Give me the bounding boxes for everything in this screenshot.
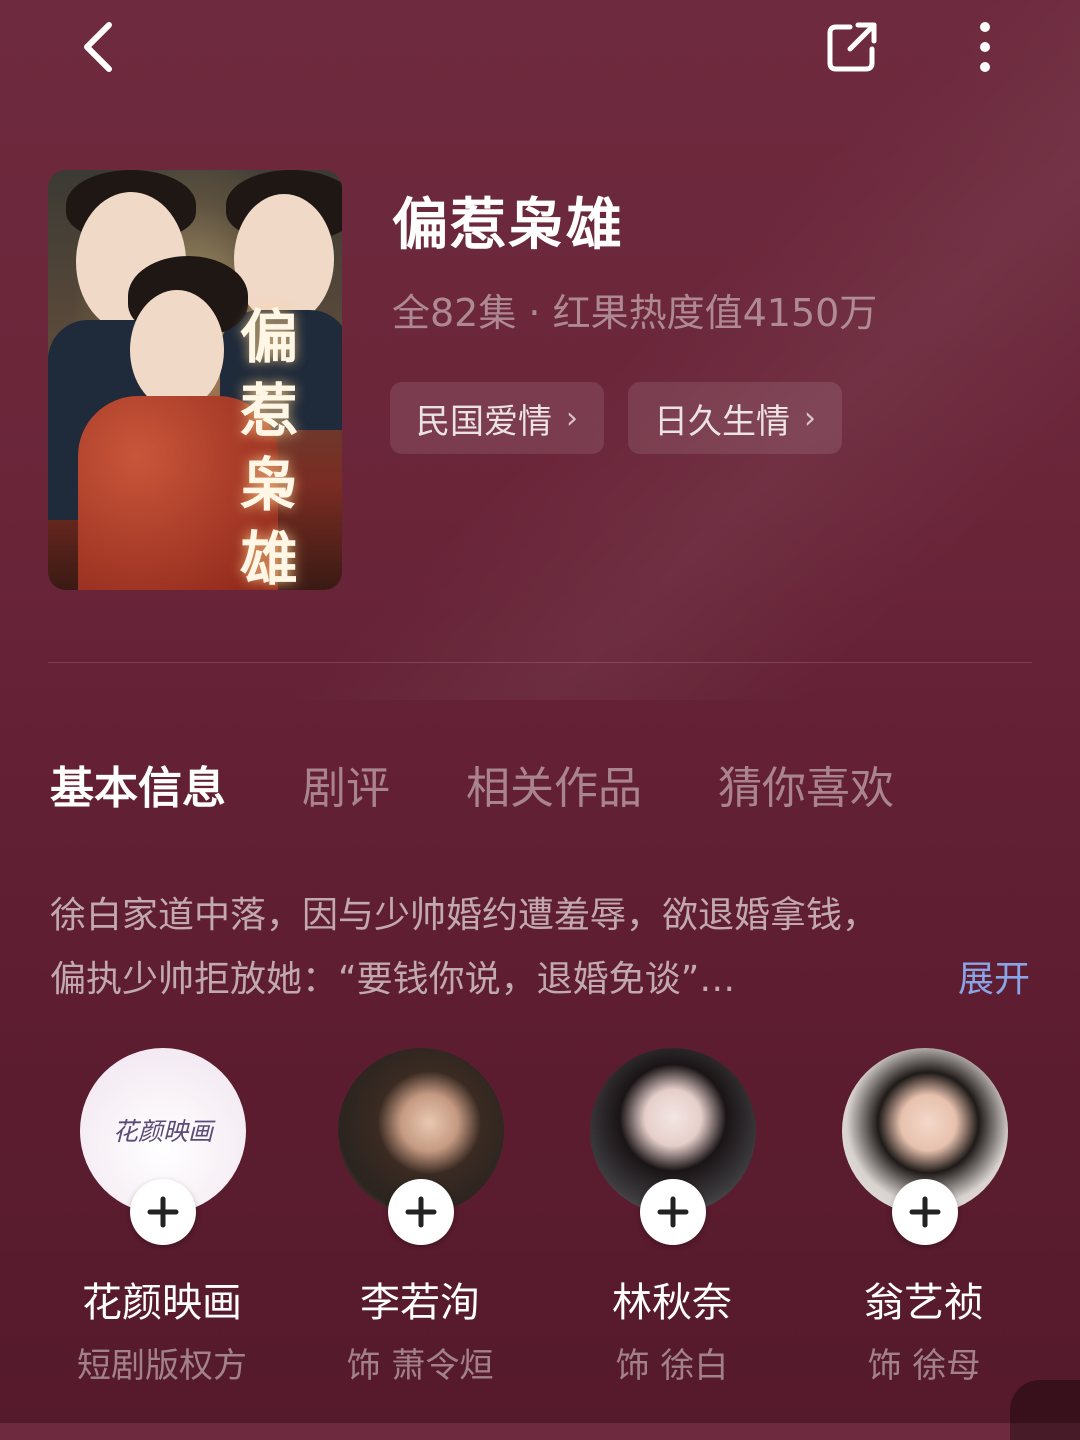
plus-icon	[909, 1196, 941, 1228]
cast-name: 林秋奈	[612, 1280, 732, 1326]
cast-role: 短剧版权方	[77, 1346, 247, 1386]
synopsis: 徐白家道中落，因与少帅婚约遭羞辱，欲退婚拿钱， 偏执少帅拒放她：“要钱你说，退婚…	[50, 884, 1040, 1012]
share-button[interactable]	[816, 14, 888, 80]
follow-button[interactable]	[130, 1179, 196, 1245]
cast-name: 花颜映画	[82, 1280, 242, 1326]
tab-bar: 基本信息 剧评 相关作品 猜你喜欢	[50, 752, 894, 816]
back-button[interactable]	[62, 14, 132, 80]
tab-reviews[interactable]: 剧评	[302, 752, 390, 816]
cast-role: 饰 徐白	[615, 1346, 729, 1386]
cast-role: 饰 萧令烜	[346, 1346, 494, 1386]
tab-related-works[interactable]: 相关作品	[466, 752, 642, 816]
tag-label: 民国爱情	[416, 401, 552, 442]
chevron-left-icon	[84, 22, 112, 72]
tag-label: 日久生情	[654, 401, 790, 442]
drama-poster[interactable]: 偏惹枭雄	[48, 170, 342, 590]
tag-chip[interactable]: 民国爱情 ›	[390, 382, 604, 454]
divider	[48, 662, 1032, 663]
chevron-right-icon: ›	[566, 400, 578, 436]
cast-name: 翁艺祯	[864, 1280, 984, 1326]
poster-title-art: 偏惹枭雄	[239, 303, 298, 590]
tag-chip[interactable]: 日久生情 ›	[628, 382, 842, 454]
more-vertical-icon	[980, 22, 990, 72]
expand-button[interactable]: 展开	[958, 948, 1030, 1012]
top-bar	[0, 0, 1080, 100]
follow-button[interactable]	[640, 1179, 706, 1245]
brand-logo: 花颜映画	[112, 1117, 213, 1146]
share-icon	[827, 22, 877, 72]
tag-list: 民国爱情 › 日久生情 ›	[390, 382, 842, 454]
more-button[interactable]	[950, 14, 1020, 80]
synopsis-line: 徐白家道中落，因与少帅婚约遭羞辱，欲退婚拿钱，	[50, 895, 879, 936]
plus-icon	[147, 1196, 179, 1228]
follow-button[interactable]	[892, 1179, 958, 1245]
floating-badge[interactable]	[1010, 1380, 1080, 1440]
tab-basic-info[interactable]: 基本信息	[50, 752, 226, 816]
plus-icon	[657, 1196, 689, 1228]
drama-title: 偏惹枭雄	[392, 193, 624, 258]
chevron-right-icon: ›	[804, 400, 816, 436]
synopsis-line: 偏执少帅拒放她：“要钱你说，退婚免谈”…	[50, 959, 736, 1000]
cast-role: 饰 徐母	[867, 1346, 981, 1386]
plus-icon	[405, 1196, 437, 1228]
follow-button[interactable]	[388, 1179, 454, 1245]
cast-name: 李若洵	[360, 1280, 480, 1326]
tab-recommendations[interactable]: 猜你喜欢	[718, 752, 894, 816]
drama-meta: 全82集 · 红果热度值4150万	[392, 291, 878, 335]
poster-figure	[130, 290, 224, 410]
